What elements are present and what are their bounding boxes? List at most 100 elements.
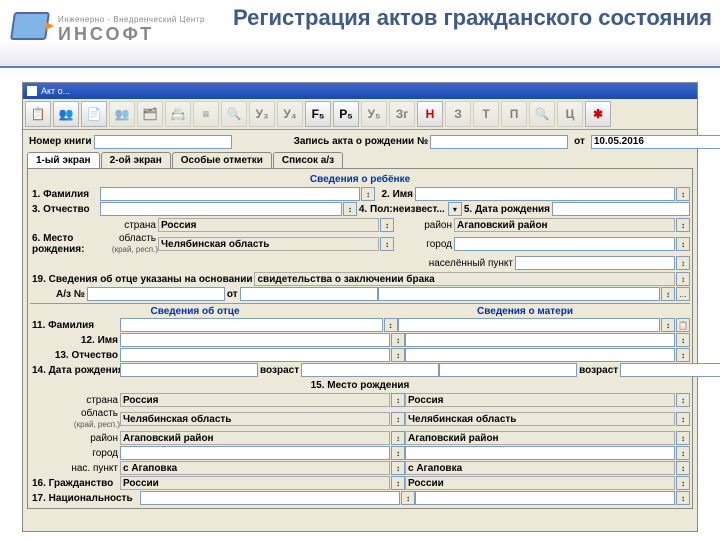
child-city-input[interactable] (454, 237, 675, 251)
father-settle-input[interactable] (120, 461, 390, 475)
tool-box-icon[interactable]: 🗂 (137, 101, 163, 127)
father-patronymic-input[interactable] (120, 348, 390, 362)
tab-screen2[interactable]: 2-ой экран (101, 152, 171, 168)
child-name-input[interactable] (415, 187, 675, 201)
lookup-button[interactable]: ↕ (676, 237, 690, 251)
tool-search-icon[interactable]: 🔍 (221, 101, 247, 127)
lookup-button[interactable]: ↕ (391, 412, 405, 426)
tool-clipboard-icon[interactable]: 📋 (25, 101, 51, 127)
lookup-button[interactable]: ↕ (676, 333, 690, 347)
lookup-button[interactable]: ↕ (676, 218, 690, 232)
mother-surname-input[interactable] (398, 318, 661, 332)
lookup-button[interactable]: ↕ (401, 491, 415, 505)
tab-screen1[interactable]: 1-ый экран (27, 152, 100, 168)
tool-zg[interactable]: Зг (389, 101, 415, 127)
father-citizenship-input[interactable] (120, 476, 390, 490)
lookup-button[interactable]: ↕ (676, 412, 690, 426)
tool-c[interactable]: Ц (557, 101, 583, 127)
tool-f5[interactable]: F₅ (305, 101, 331, 127)
child-district-input[interactable] (454, 218, 675, 232)
father-basis-input[interactable] (254, 272, 675, 286)
tool-u4[interactable]: У₄ (277, 101, 303, 127)
parent-dob-label: 14. Дата рождения (30, 365, 120, 376)
mother-citizenship-input[interactable] (405, 476, 675, 490)
father-dob-input[interactable] (120, 363, 258, 377)
mother-region-input[interactable] (405, 412, 675, 426)
tool-u5[interactable]: У₅ (361, 101, 387, 127)
action-button[interactable]: 📋 (676, 318, 690, 332)
father-district-input[interactable] (120, 431, 390, 445)
lookup-button[interactable]: ↕ (676, 476, 690, 490)
lookup-button[interactable]: ↕ (676, 348, 690, 362)
father-region-input[interactable] (120, 412, 390, 426)
az-text-input[interactable] (378, 287, 660, 301)
lookup-button[interactable]: ↕ (391, 476, 405, 490)
az-number-input[interactable] (87, 287, 225, 301)
mother-country-input[interactable] (405, 393, 675, 407)
tool-people-icon[interactable]: 👥 (53, 101, 79, 127)
father-nationality-input[interactable] (140, 491, 400, 505)
action-button[interactable]: … (676, 287, 690, 301)
lookup-button[interactable]: ↕ (343, 202, 357, 216)
tab-list[interactable]: Список а/з (273, 152, 343, 168)
tool-star-icon[interactable]: ✱ (585, 101, 611, 127)
lookup-button[interactable]: ↕ (391, 348, 405, 362)
lookup-button[interactable]: ↕ (391, 461, 405, 475)
lookup-button[interactable]: ↕ (661, 318, 675, 332)
child-settle-input[interactable] (515, 256, 675, 270)
mother-dob-input[interactable] (439, 363, 577, 377)
tool-z[interactable]: З (445, 101, 471, 127)
tool-t[interactable]: Т (473, 101, 499, 127)
lookup-button[interactable]: ↕ (391, 431, 405, 445)
father-name-input[interactable] (120, 333, 390, 347)
child-country-input[interactable] (158, 218, 379, 232)
lookup-button[interactable]: ↕ (380, 218, 394, 232)
dropdown-button[interactable]: ▾ (448, 202, 462, 216)
az-date-input[interactable] (240, 287, 378, 301)
lookup-button[interactable]: ↕ (676, 187, 690, 201)
child-region-input[interactable] (158, 237, 379, 251)
mother-age-input[interactable] (620, 363, 720, 377)
tool-doc-icon[interactable]: 📄 (81, 101, 107, 127)
father-country-input[interactable] (120, 393, 390, 407)
mother-patronymic-input[interactable] (405, 348, 675, 362)
father-surname-input[interactable] (120, 318, 383, 332)
child-patronymic-input[interactable] (100, 202, 342, 216)
child-dob-input[interactable] (552, 202, 690, 216)
father-city-input[interactable] (120, 446, 390, 460)
lookup-button[interactable]: ↕ (661, 287, 675, 301)
lookup-button[interactable]: ↕ (676, 446, 690, 460)
mother-section-header: Сведения о матери (360, 306, 690, 317)
tool-card-icon[interactable]: 📇 (165, 101, 191, 127)
father-age-input[interactable] (301, 363, 439, 377)
tool-p5[interactable]: Р₅ (333, 101, 359, 127)
lookup-button[interactable]: ↕ (676, 461, 690, 475)
mother-nationality-input[interactable] (415, 491, 675, 505)
mother-settle-input[interactable] (405, 461, 675, 475)
mother-city-input[interactable] (405, 446, 675, 460)
lookup-button[interactable]: ↕ (391, 446, 405, 460)
tool-u3[interactable]: У₃ (249, 101, 275, 127)
lookup-button[interactable]: ↕ (676, 431, 690, 445)
tab-special[interactable]: Особые отметки (172, 152, 272, 168)
act-date-input[interactable] (591, 135, 720, 149)
tool-search2-icon[interactable]: 🔍 (529, 101, 555, 127)
lookup-button[interactable]: ↕ (391, 333, 405, 347)
lookup-button[interactable]: ↕ (361, 187, 375, 201)
lookup-button[interactable]: ↕ (380, 237, 394, 251)
tool-n[interactable]: Н (417, 101, 443, 127)
lookup-button[interactable]: ↕ (676, 256, 690, 270)
lookup-button[interactable]: ↕ (676, 491, 690, 505)
lookup-button[interactable]: ↕ (391, 393, 405, 407)
book-number-input[interactable] (94, 135, 232, 149)
mother-name-input[interactable] (405, 333, 675, 347)
mother-district-input[interactable] (405, 431, 675, 445)
act-number-input[interactable] (430, 135, 568, 149)
tool-p[interactable]: П (501, 101, 527, 127)
tool-list-icon[interactable]: ≡ (193, 101, 219, 127)
lookup-button[interactable]: ↕ (676, 393, 690, 407)
child-surname-input[interactable] (100, 187, 360, 201)
lookup-button[interactable]: ↕ (676, 272, 690, 286)
lookup-button[interactable]: ↕ (384, 318, 398, 332)
tool-people2-icon[interactable]: 👥 (109, 101, 135, 127)
